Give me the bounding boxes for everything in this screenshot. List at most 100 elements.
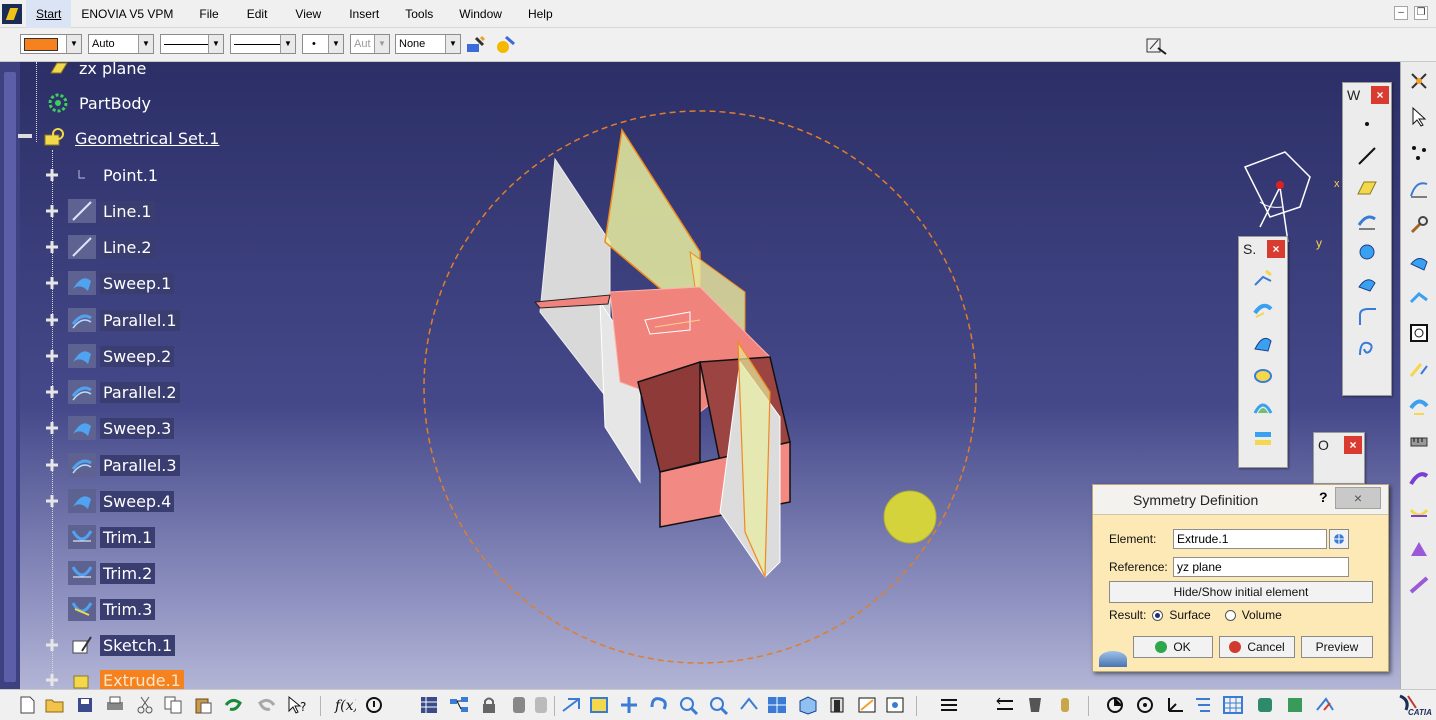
tree-item-sweep-1[interactable]: Sweep.1 <box>44 269 175 297</box>
element-field[interactable]: Extrude.1 <box>1173 529 1327 549</box>
3d-compass-icon[interactable] <box>1104 694 1126 716</box>
iso-view-icon[interactable] <box>796 694 818 716</box>
extrude-surface-icon[interactable] <box>1249 263 1277 293</box>
lock-icon[interactable] <box>478 694 500 716</box>
workbench-icon[interactable] <box>1406 68 1432 94</box>
open-folder-icon[interactable] <box>44 694 66 716</box>
line-type-combo[interactable]: ▼ <box>230 34 296 54</box>
dialog-close-button[interactable]: × <box>1335 487 1381 509</box>
expand-icon[interactable] <box>44 312 60 328</box>
visibility-icon[interactable] <box>508 694 530 716</box>
surface-tools-icon[interactable] <box>1406 248 1432 274</box>
construction-element-icon[interactable] <box>1024 694 1046 716</box>
menu-enovia[interactable]: ENOVIA V5 VPM <box>71 0 183 28</box>
color-combo[interactable]: ▼ <box>20 34 82 54</box>
save-icon[interactable] <box>74 694 96 716</box>
helix-tool-icon[interactable] <box>1353 333 1381 363</box>
expand-icon[interactable] <box>44 420 60 436</box>
new-file-icon[interactable] <box>16 694 38 716</box>
analysis-icon[interactable] <box>1406 464 1432 490</box>
menu-file[interactable]: File <box>189 0 228 28</box>
rotate-icon[interactable] <box>648 694 670 716</box>
fill-surface-icon[interactable] <box>1249 359 1277 389</box>
corner-tool-icon[interactable] <box>1353 301 1381 331</box>
expand-icon[interactable] <box>44 348 60 364</box>
line-thickness-combo[interactable]: ▼ <box>160 34 224 54</box>
close-icon[interactable]: × <box>1344 436 1362 454</box>
swap-visible-space-icon[interactable] <box>884 694 906 716</box>
offset-surface-icon[interactable] <box>1249 295 1277 325</box>
line-tool-icon[interactable] <box>1353 141 1381 171</box>
surface-edit-icon[interactable] <box>1406 536 1432 562</box>
measure-icon[interactable] <box>1406 428 1432 454</box>
reference-field[interactable]: yz plane <box>1173 557 1349 577</box>
spline-tool-icon[interactable] <box>1353 269 1381 299</box>
knowledge-icon[interactable] <box>364 694 386 716</box>
specification-tree-icon[interactable] <box>1134 694 1156 716</box>
tree-item-trim-2[interactable]: Trim.2 <box>68 559 156 587</box>
tree-item-zx-plane[interactable]: zx plane <box>44 54 149 82</box>
menu-insert[interactable]: Insert <box>339 0 389 28</box>
zoom-out-icon[interactable] <box>708 694 730 716</box>
show-icon[interactable] <box>1406 320 1432 346</box>
shading-icon[interactable] <box>826 694 848 716</box>
minimize-button[interactable]: – <box>1394 6 1408 20</box>
transparency-combo[interactable]: Auto ▼ <box>88 34 154 54</box>
fly-mode-icon[interactable] <box>560 694 582 716</box>
paste-icon[interactable] <box>192 694 214 716</box>
copy-icon[interactable] <box>162 694 184 716</box>
ok-button[interactable]: OK <box>1133 636 1213 658</box>
expand-icon[interactable] <box>44 275 60 291</box>
hierarchy-icon[interactable] <box>1192 694 1214 716</box>
geometric-constraint-icon[interactable] <box>1054 694 1076 716</box>
update-icon[interactable] <box>530 694 552 716</box>
snap-to-point-icon[interactable] <box>994 694 1016 716</box>
sweep-surface-icon[interactable] <box>1249 327 1277 357</box>
tree-item-sweep-3[interactable]: Sweep.3 <box>44 414 175 442</box>
close-icon[interactable]: × <box>1267 240 1285 258</box>
tree-item-sketch-1[interactable]: Sketch.1 <box>44 631 176 659</box>
tree-item-geometrical-set-1[interactable]: Geometrical Set.1 <box>18 124 222 152</box>
operations-toolbar-title[interactable]: O × <box>1314 433 1364 457</box>
curve-analysis-icon[interactable] <box>1406 176 1432 202</box>
catalog-icon[interactable] <box>418 694 440 716</box>
point-tool-icon[interactable] <box>1353 109 1381 139</box>
multisection-surface-icon[interactable] <box>1249 391 1277 421</box>
tree-item-trim-3[interactable]: Trim.3 <box>68 595 156 623</box>
element-selection-icon[interactable] <box>1329 529 1349 549</box>
tree-item-parallel-3[interactable]: Parallel.3 <box>44 451 180 479</box>
wireframe-toolbar-title[interactable]: W × <box>1343 83 1391 107</box>
table-grid-icon[interactable] <box>1222 694 1244 716</box>
surface-analysis-icon[interactable] <box>1284 694 1306 716</box>
help-button[interactable]: ? <box>1319 489 1328 505</box>
expand-icon[interactable] <box>44 384 60 400</box>
operations-toolbar[interactable]: O × <box>1313 432 1365 484</box>
blend-surface-icon[interactable] <box>1249 423 1277 453</box>
expand-icon[interactable] <box>44 457 60 473</box>
surface-radio[interactable] <box>1152 609 1164 621</box>
pattern-icon[interactable] <box>1406 572 1432 598</box>
redo-icon[interactable] <box>256 694 278 716</box>
menu-window[interactable]: Window <box>449 0 512 28</box>
tree-item-sweep-2[interactable]: Sweep.2 <box>44 342 175 370</box>
plane-tool-icon[interactable] <box>1353 173 1381 203</box>
tree-item-line-1[interactable]: Line.1 <box>44 197 155 225</box>
formula-icon[interactable]: f(x) <box>334 694 356 716</box>
projection-tool-icon[interactable] <box>1353 205 1381 235</box>
transform-icon[interactable] <box>1406 356 1432 382</box>
multi-view-icon[interactable] <box>766 694 788 716</box>
normal-view-icon[interactable] <box>738 694 760 716</box>
painter-icon[interactable] <box>464 34 486 56</box>
menu-start[interactable]: Start <box>26 0 72 28</box>
restore-button[interactable]: ❐ <box>1414 6 1428 20</box>
manipulator-sphere[interactable] <box>883 490 937 544</box>
point-type-combo[interactable]: • ▼ <box>302 34 344 54</box>
surfaces-toolbar[interactable]: S. × <box>1238 236 1288 468</box>
menu-help[interactable]: Help <box>518 0 563 28</box>
tree-item-sweep-4[interactable]: Sweep.4 <box>44 487 175 515</box>
cancel-button[interactable]: Cancel <box>1219 636 1295 658</box>
expand-icon[interactable] <box>44 637 60 653</box>
apply-material-icon[interactable] <box>1144 34 1167 56</box>
collapse-icon[interactable] <box>18 131 32 145</box>
design-table-icon[interactable] <box>448 694 470 716</box>
